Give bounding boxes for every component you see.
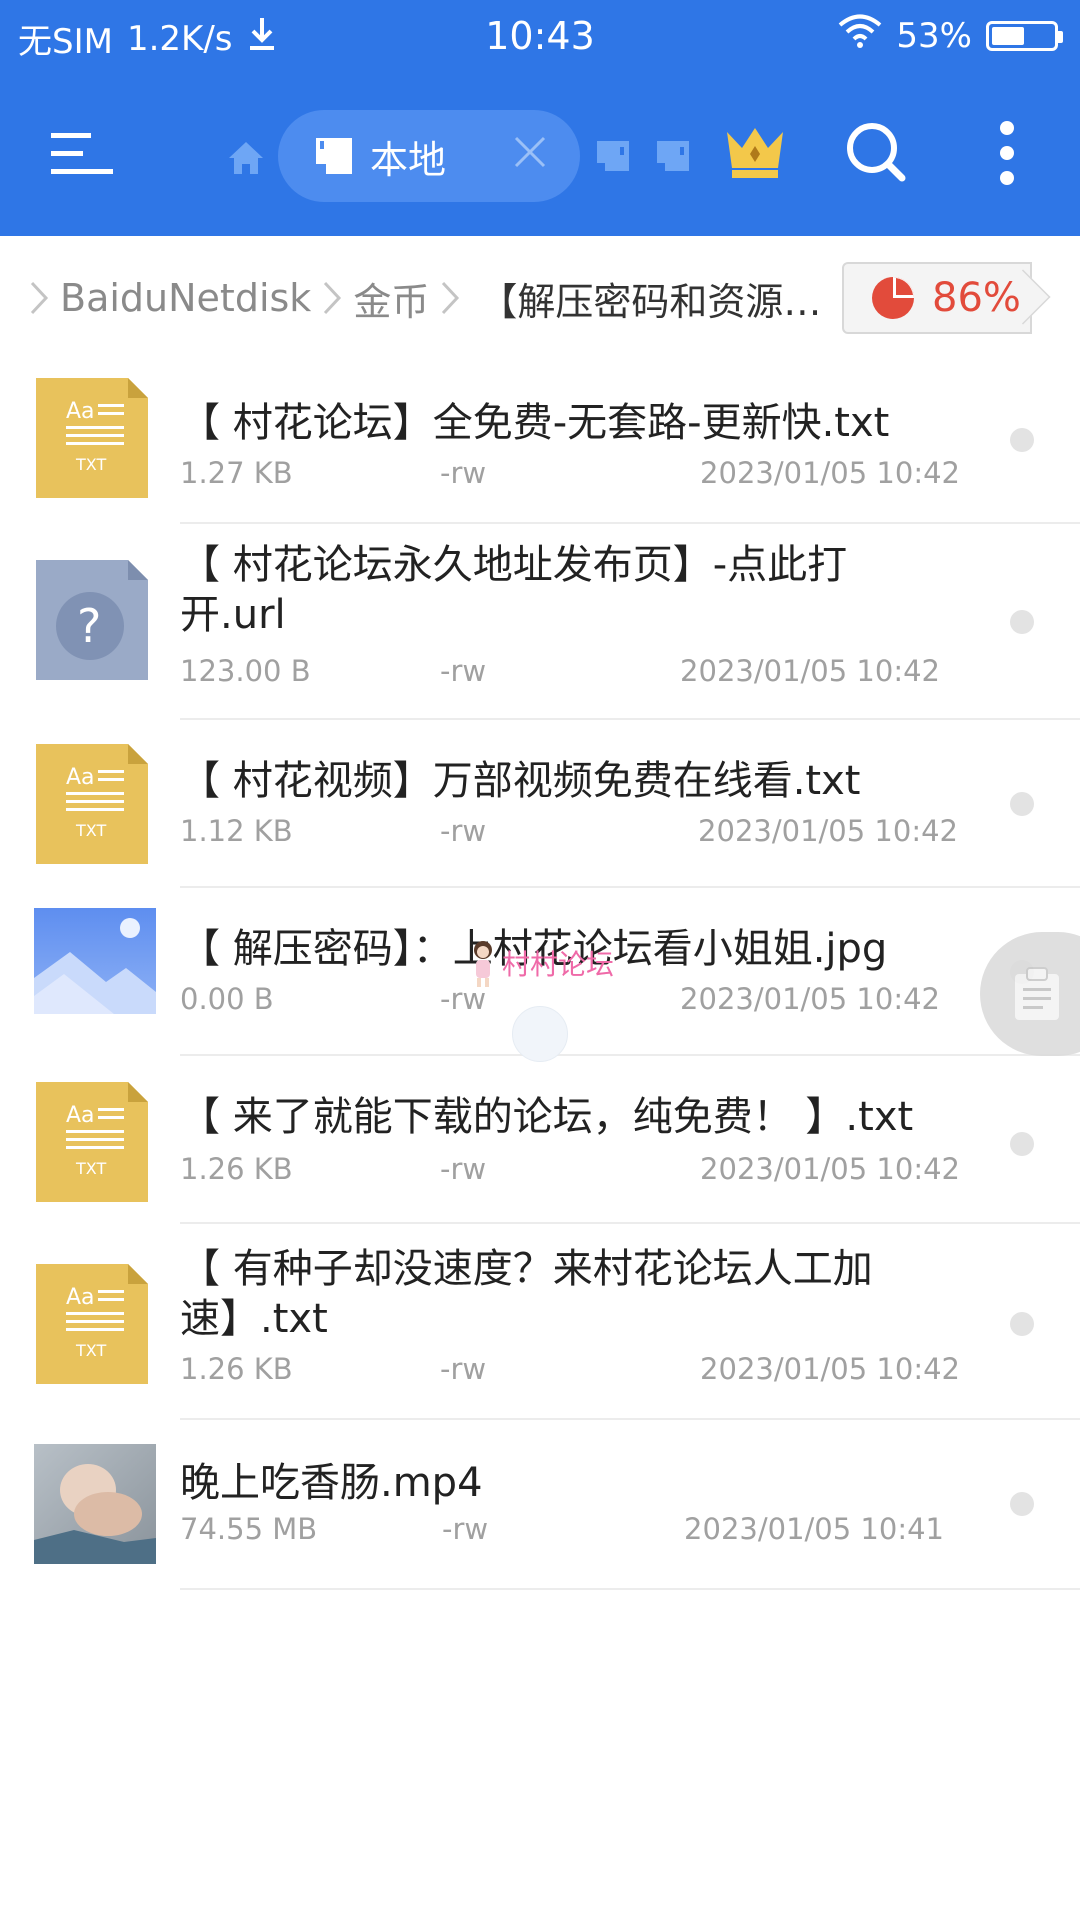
app-header: 无SIM 1.2K/s 10:43 53% 本地 [0, 0, 1080, 236]
file-size: 1.27 KB [180, 456, 293, 490]
breadcrumb: BaiduNetdisk 金币 【解压密码和资源… 86% [0, 262, 1080, 334]
txt-file-icon: Aa TXT [36, 744, 156, 868]
girl-sticker-icon [474, 941, 492, 987]
menu-icon [51, 133, 113, 174]
watermark: 村村论坛 [468, 938, 614, 988]
file-date: 2023/01/05 10:42 [700, 1352, 960, 1386]
battery-icon [986, 20, 1063, 51]
watermark-text: 村村论坛 [502, 948, 615, 981]
storage-icon [657, 141, 689, 171]
breadcrumb-item-current[interactable]: 【解压密码和资源… [479, 271, 819, 326]
status-bar: 无SIM 1.2K/s 10:43 53% [0, 0, 1080, 76]
select-indicator[interactable] [1010, 1132, 1034, 1156]
file-row[interactable]: Aa TXT 【 村花视频】万部视频免费在线看.txt 1.12 KB -rw 2… [0, 720, 1080, 888]
svg-text:Aa: Aa [66, 1285, 95, 1310]
file-size: 74.55 MB [180, 1512, 318, 1546]
pie-chart-icon [872, 277, 914, 319]
chevron-right-icon [435, 278, 465, 318]
select-indicator[interactable] [1010, 428, 1034, 452]
file-date: 2023/01/05 10:42 [700, 1152, 960, 1186]
file-size: 0.00 B [180, 982, 274, 1016]
tab-local-label: 本地 [370, 137, 447, 182]
storage-usage-percent: 86% [932, 275, 1021, 321]
file-row[interactable]: 晚上吃香肠.mp4 74.55 MB -rw 2023/01/05 10:41 [0, 1420, 1080, 1590]
file-row[interactable]: Aa TXT 【 来了就能下载的论坛，纯免费！ 】.txt 1.26 KB -rw… [0, 1056, 1080, 1224]
file-date: 2023/01/05 10:42 [700, 456, 960, 490]
crown-icon [727, 128, 783, 178]
status-right: 53% [838, 14, 1063, 57]
file-row[interactable]: Aa TXT 【 有种子却没速度？来村花论坛人工加速】.txt 1.26 KB -… [0, 1224, 1080, 1420]
video-thumbnail [34, 1444, 156, 1568]
tab-local[interactable]: 本地 [278, 110, 580, 202]
file-name: 【 来了就能下载的论坛，纯免费！ 】.txt [180, 1094, 914, 1140]
select-indicator[interactable] [1010, 610, 1034, 634]
svg-text:Aa: Aa [66, 399, 95, 424]
txt-file-icon: Aa TXT [36, 1082, 156, 1206]
svg-text:TXT: TXT [75, 1341, 106, 1360]
file-row[interactable]: ? 【 村花论坛永久地址发布页】-点此打开.url 123.00 B -rw 2… [0, 524, 1080, 720]
file-size: 123.00 B [180, 654, 311, 688]
file-permissions: -rw [440, 1352, 487, 1386]
file-permissions: -rw [442, 1512, 489, 1546]
file-size: 1.26 KB [180, 1352, 293, 1386]
battery-percent: 53% [896, 15, 972, 56]
row-divider [180, 1588, 1080, 1590]
storage-icon [597, 141, 629, 171]
search-button[interactable] [842, 118, 910, 186]
select-indicator[interactable] [1010, 1492, 1034, 1516]
battery-fill [992, 26, 1024, 45]
file-size: 1.26 KB [180, 1152, 293, 1186]
txt-file-icon: Aa TXT [36, 1264, 156, 1388]
file-permissions: -rw [440, 654, 487, 688]
file-date: 2023/01/05 10:42 [698, 814, 958, 848]
file-name: 【 村花论坛永久地址发布页】-点此打开.url [180, 542, 848, 638]
vip-button[interactable] [724, 122, 786, 182]
svg-text:TXT: TXT [75, 1159, 106, 1178]
file-name: 【 有种子却没速度？来村花论坛人工加速】.txt [180, 1246, 873, 1342]
file-date: 2023/01/05 10:41 [684, 1512, 944, 1546]
image-file-icon [34, 908, 156, 1032]
file-date: 2023/01/05 10:42 [680, 654, 940, 688]
select-indicator[interactable] [1010, 1312, 1034, 1336]
home-icon [229, 142, 263, 174]
breadcrumb-item-root[interactable]: BaiduNetdisk [60, 276, 311, 320]
clipboard-icon [1015, 967, 1059, 1020]
home-button[interactable] [222, 134, 270, 182]
menu-button[interactable] [48, 126, 116, 182]
svg-text:Aa: Aa [66, 1103, 95, 1128]
file-row[interactable]: Aa TXT 【 村花论坛】全免费-无套路-更新快.txt 1.27 KB -rw… [0, 356, 1080, 524]
close-tab-icon[interactable] [510, 132, 550, 172]
file-name: 【 村花论坛】全免费-无套路-更新快.txt [180, 400, 890, 446]
toolbar: 本地 [0, 96, 1080, 216]
file-date: 2023/01/05 10:42 [680, 982, 940, 1016]
storage-tab-2[interactable] [652, 136, 694, 176]
loading-circle [512, 1006, 568, 1062]
wifi-icon [838, 14, 882, 57]
unknown-file-icon: ? [36, 560, 156, 684]
file-size: 1.12 KB [180, 814, 293, 848]
file-permissions: -rw [440, 814, 487, 848]
file-permissions: -rw [440, 456, 487, 490]
file-name: 晚上吃香肠.mp4 [180, 1460, 483, 1506]
breadcrumb-item-folder[interactable]: 金币 [353, 271, 429, 326]
storage-usage-badge[interactable]: 86% [842, 262, 1032, 334]
more-vertical-icon [1000, 121, 1014, 185]
chevron-right-icon [24, 278, 54, 318]
more-button[interactable] [990, 118, 1024, 188]
search-icon [847, 123, 906, 182]
file-name: 【 村花视频】万部视频免费在线看.txt [180, 758, 861, 804]
storage-tab-1[interactable] [592, 136, 634, 176]
file-permissions: -rw [440, 1152, 487, 1186]
svg-text:Aa: Aa [66, 765, 95, 790]
svg-text:TXT: TXT [75, 821, 106, 840]
txt-file-icon: Aa TXT [36, 378, 156, 502]
svg-text:TXT: TXT [75, 455, 106, 474]
sd-card-icon [316, 138, 352, 174]
svg-text:?: ? [77, 599, 101, 653]
select-indicator[interactable] [1010, 792, 1034, 816]
chevron-right-icon [317, 278, 347, 318]
